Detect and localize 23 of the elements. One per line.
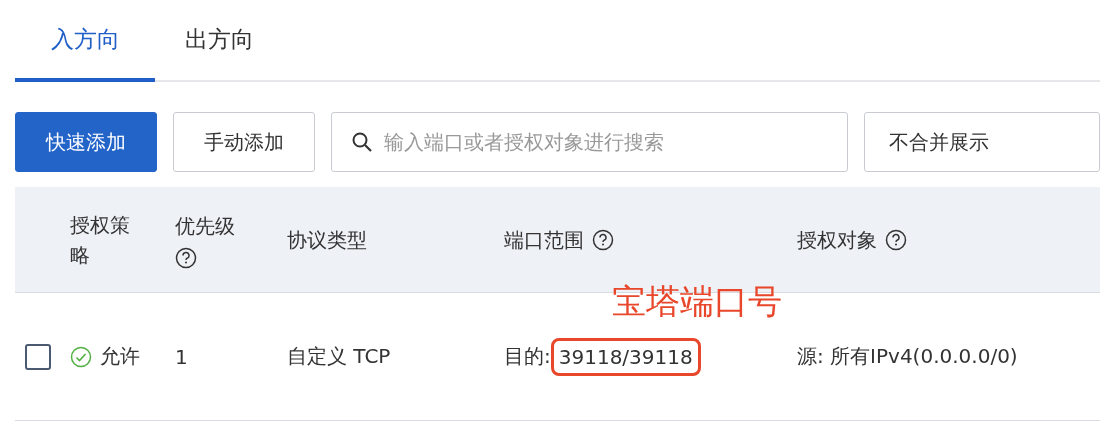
column-header: 优先级 (175, 212, 235, 240)
tab[interactable]: 出方向 (155, 0, 284, 82)
annotation-text: 宝塔端口号 (612, 280, 782, 323)
column-header: 授权策略 (70, 211, 131, 269)
checkbox[interactable] (25, 343, 51, 370)
policy-text: 允许 (100, 343, 140, 370)
help-icon[interactable] (592, 228, 614, 251)
column-header: 协议类型 (287, 226, 367, 254)
port-label: 目的: (504, 343, 551, 370)
view-select[interactable]: 不合并展示 (864, 112, 1100, 172)
help-icon[interactable] (175, 246, 197, 269)
port-value: 39118/39118 (550, 337, 701, 376)
tab[interactable]: 入方向 (15, 0, 155, 82)
help-icon[interactable] (885, 228, 907, 251)
column-header: 授权对象 (797, 226, 877, 254)
add-button[interactable]: 手动添加 (173, 112, 315, 172)
priority-text: 1 (175, 344, 188, 369)
source-text: 源: 所有IPv4(0.0.0.0/0) (797, 343, 1018, 370)
check-circle-icon (70, 345, 92, 368)
quick-add-button[interactable]: 快速添加 (15, 112, 157, 172)
search-field[interactable]: 输入端口或者授权对象进行搜索 (331, 112, 848, 172)
protocol-text: 自定义 TCP (287, 343, 391, 370)
column-header: 端口范围 (504, 226, 584, 254)
